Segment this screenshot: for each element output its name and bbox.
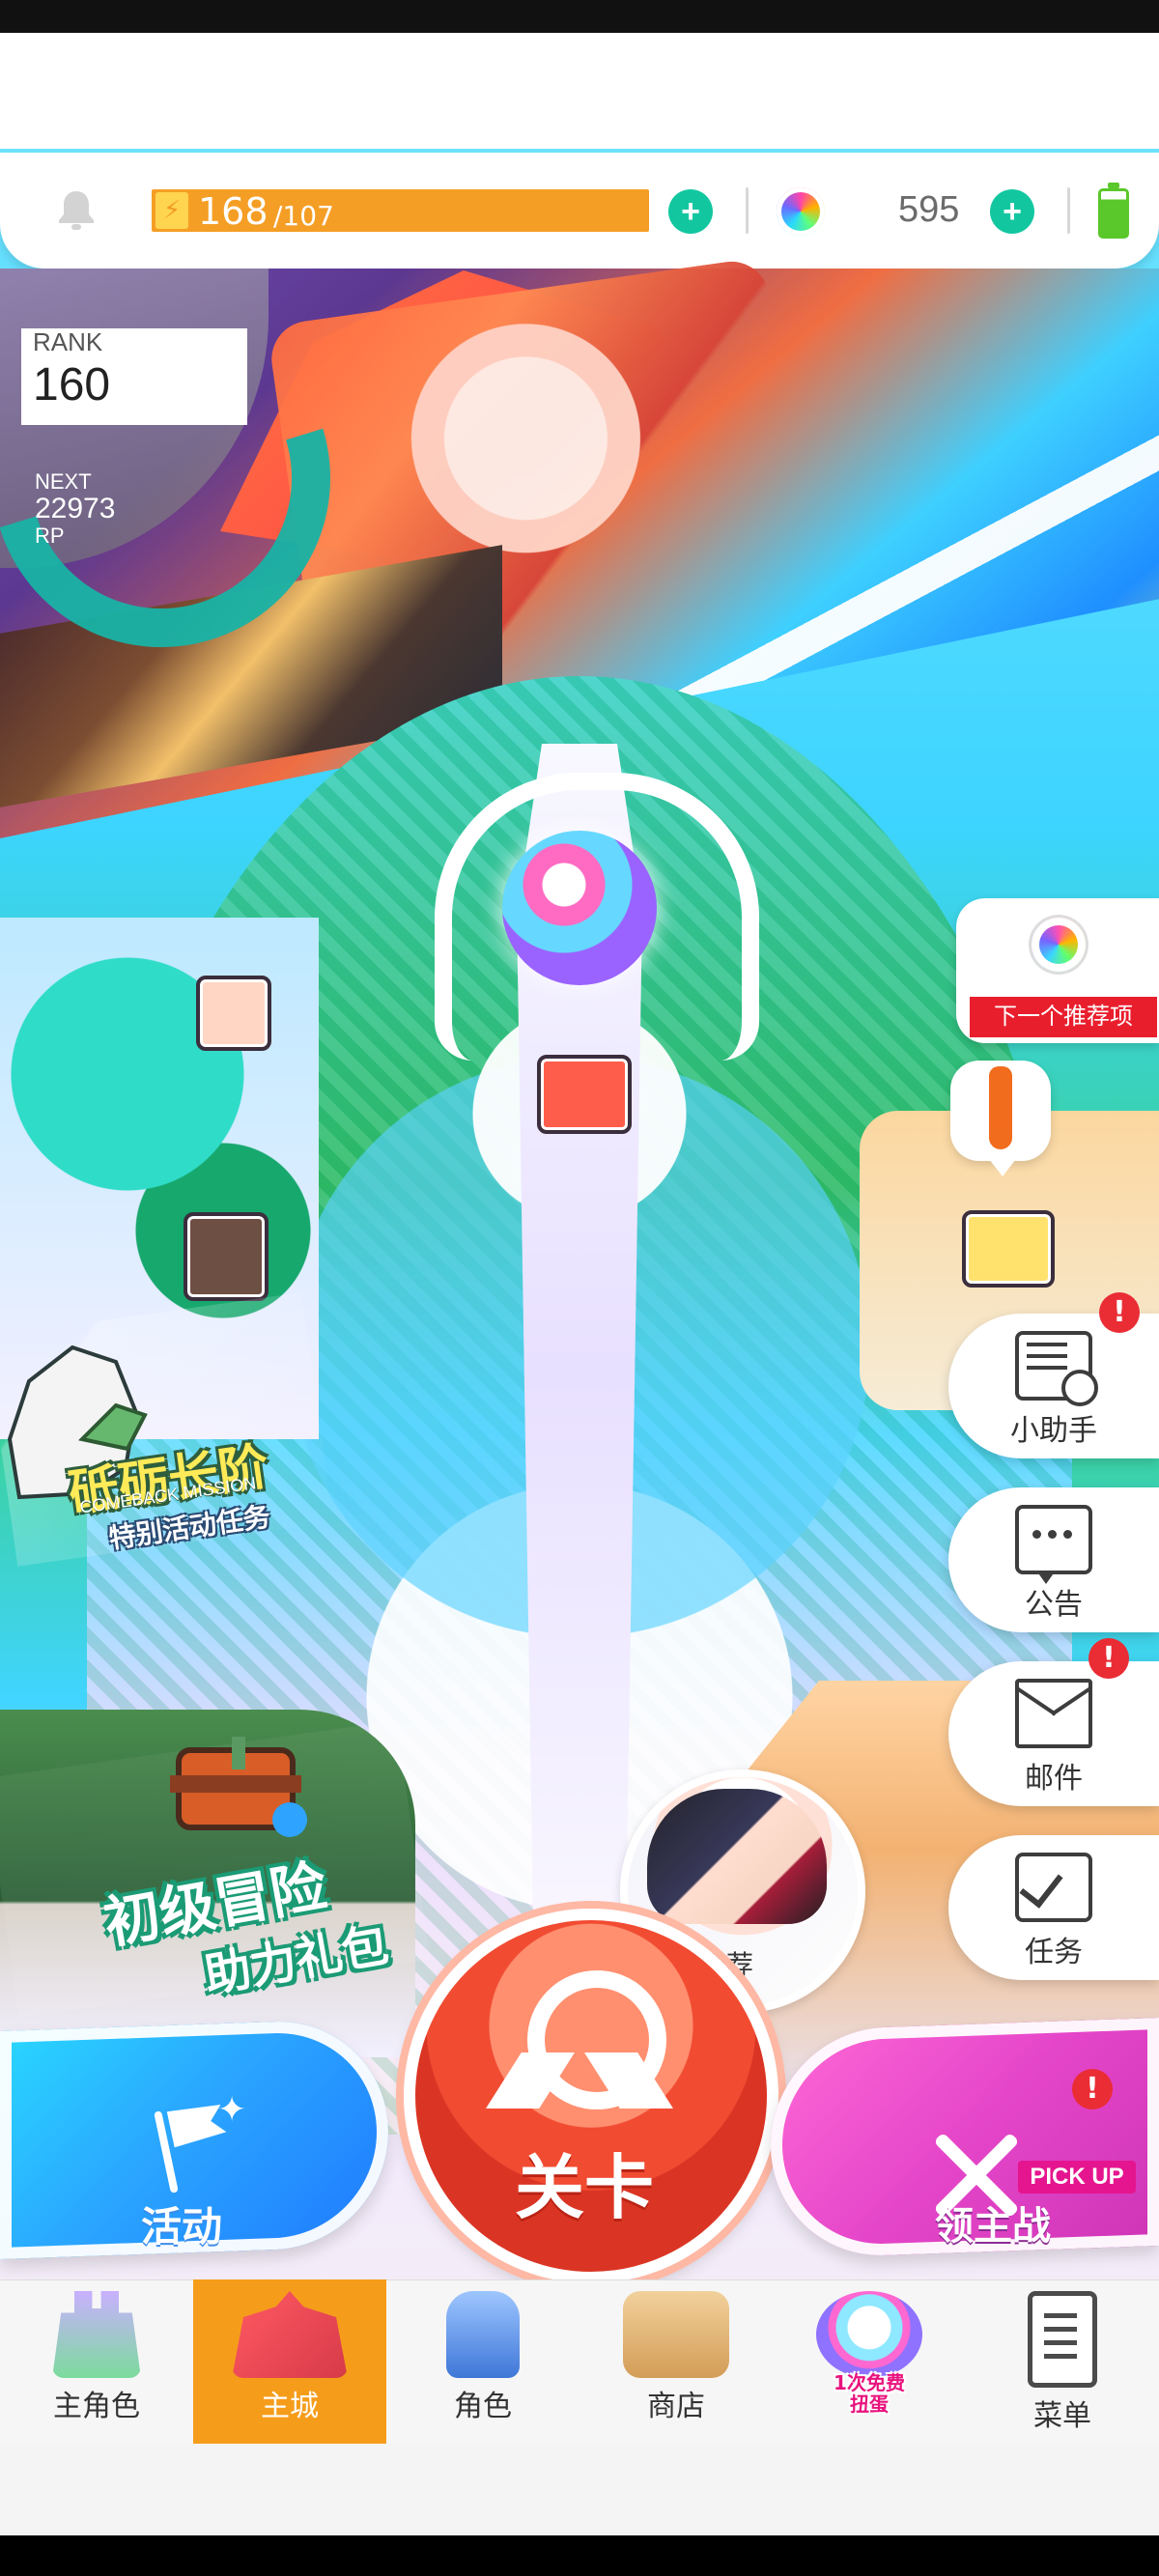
header-divider-2 xyxy=(1067,187,1070,234)
nav-shop[interactable]: 商店 xyxy=(580,2279,773,2444)
main-city-icon xyxy=(232,2291,348,2378)
town-character-4[interactable] xyxy=(962,1210,1055,1288)
missions-label: 任务 xyxy=(1025,1937,1083,1968)
add-gem-button[interactable]: + xyxy=(990,189,1034,234)
nav-protagonist-label: 主角色 xyxy=(53,2391,140,2422)
recommend-character-art xyxy=(647,1789,827,1924)
assistant-icon xyxy=(1015,1331,1098,1406)
lord-battle-label: 领主战 xyxy=(935,2204,1051,2249)
missions-button[interactable]: 任务 xyxy=(948,1835,1159,1980)
gem-icon xyxy=(777,187,825,236)
nav-protagonist[interactable]: 主角色 xyxy=(0,2279,193,2444)
chat-icon xyxy=(1015,1505,1092,1584)
nav-character[interactable]: 角色 xyxy=(386,2279,580,2444)
energy-max: /107 xyxy=(273,200,334,232)
nav-gacha[interactable] xyxy=(773,2279,966,2444)
recommend-label: 下一个推荐项 xyxy=(970,997,1157,1037)
gacha-free-label: 1次免费 扭蛋 xyxy=(834,2371,905,2416)
pickup-tag: PICK UP xyxy=(1018,2161,1136,2194)
gacha-icon xyxy=(816,2291,922,2378)
character-icon xyxy=(446,2291,520,2378)
gesture-bar-strip xyxy=(0,2535,1159,2576)
nav-city[interactable]: 主城 xyxy=(193,2279,386,2444)
nav-city-label: 主城 xyxy=(261,2391,319,2422)
rainbow-orb-icon xyxy=(502,831,657,985)
town-character-3[interactable] xyxy=(537,1055,632,1134)
stage-label: 关卡 xyxy=(515,2147,655,2228)
add-energy-button[interactable]: + xyxy=(668,189,713,234)
recommend-gem-icon xyxy=(1032,918,1086,972)
mail-button[interactable]: 邮件 xyxy=(948,1661,1159,1806)
treasure-icon xyxy=(145,1719,328,1854)
bottom-safe-area xyxy=(0,2444,1159,2535)
sparkle-icon: ✦ xyxy=(217,2090,247,2130)
assistant-label: 小助手 xyxy=(1010,1415,1097,1447)
lord-battle-badge: ! xyxy=(1072,2069,1113,2109)
mail-label: 邮件 xyxy=(1025,1763,1083,1795)
town-character-2[interactable] xyxy=(184,1212,269,1301)
castle-icon xyxy=(52,2291,141,2378)
next-label: NEXT xyxy=(35,469,92,494)
nav-shop-label: 商店 xyxy=(647,2391,705,2422)
header-divider-1 xyxy=(746,187,749,234)
lightning-icon: ⚡ xyxy=(155,192,188,229)
activity-label: 活动 xyxy=(141,2203,223,2250)
town-character-1[interactable] xyxy=(196,976,271,1051)
shop-icon xyxy=(623,2291,729,2378)
menu-icon xyxy=(1028,2291,1097,2388)
nav-menu-label: 菜单 xyxy=(1033,2400,1091,2432)
assistant-button[interactable]: 小助手 xyxy=(948,1314,1159,1458)
mail-badge: ! xyxy=(1088,1638,1129,1679)
mail-icon xyxy=(1015,1679,1092,1748)
status-strip xyxy=(0,0,1159,33)
checkbox-icon xyxy=(1015,1853,1092,1922)
nav-menu[interactable]: 菜单 xyxy=(966,2279,1159,2444)
notice-label: 公告 xyxy=(1025,1589,1083,1621)
nav-character-label: 角色 xyxy=(454,2391,512,2422)
battery-icon xyxy=(1098,183,1129,239)
notice-button[interactable]: 公告 xyxy=(948,1487,1159,1632)
energy-current: 168 xyxy=(198,190,269,233)
gem-count: 595 xyxy=(898,189,960,230)
top-safe-area xyxy=(0,33,1159,149)
assistant-badge: ! xyxy=(1099,1292,1140,1333)
next-unit: RP xyxy=(35,524,65,548)
rank-value: 160 xyxy=(33,359,111,410)
next-value: 22973 xyxy=(35,493,116,524)
alert-dot xyxy=(989,1126,1012,1149)
rank-label: RANK xyxy=(33,327,103,356)
bell-icon[interactable] xyxy=(56,187,97,232)
